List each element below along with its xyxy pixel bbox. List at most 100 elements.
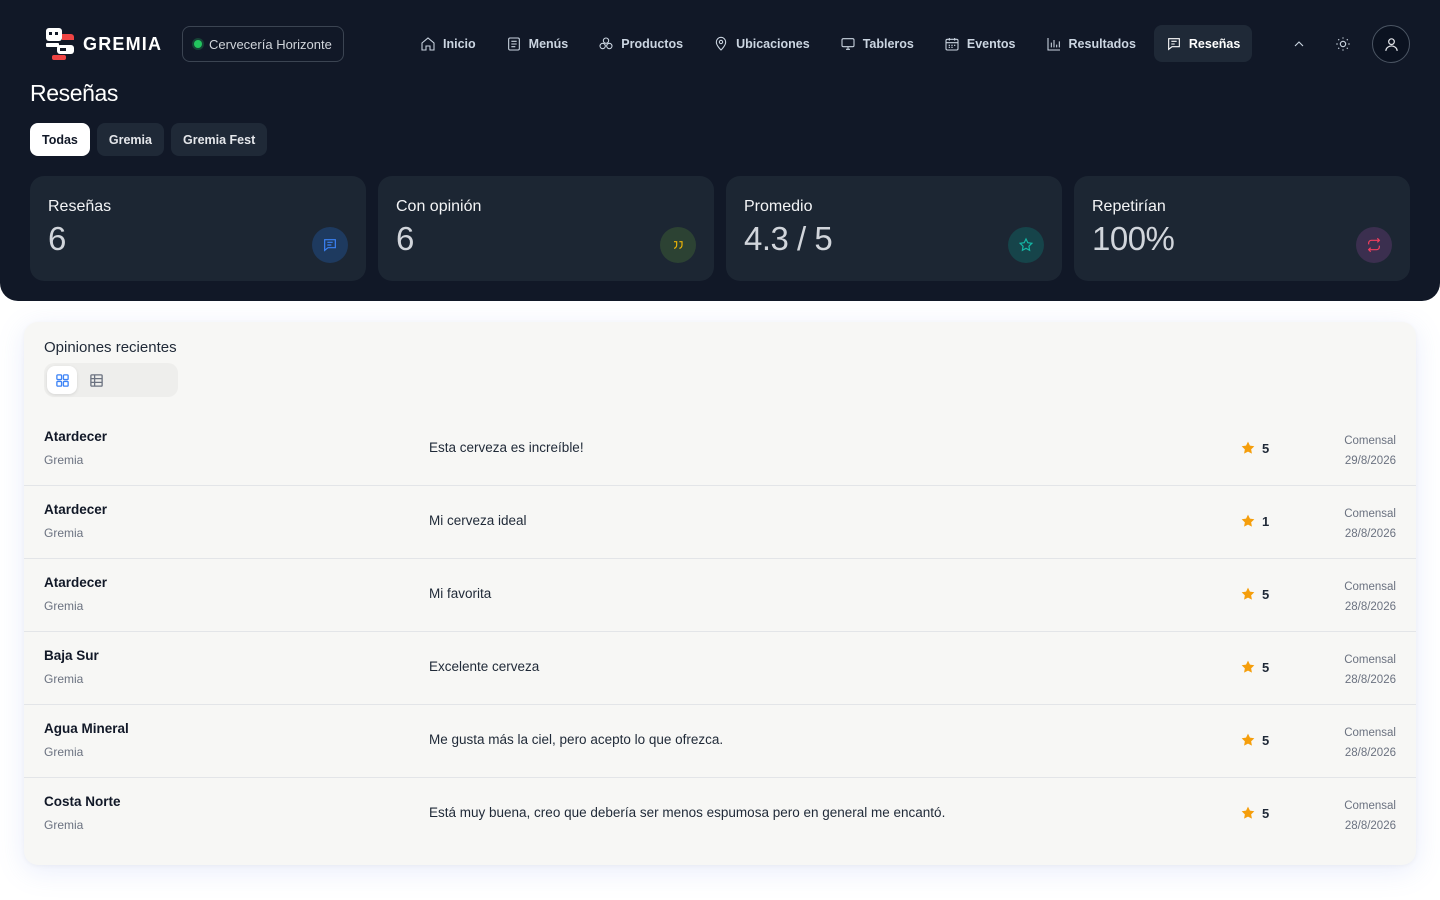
nav-item-inicio[interactable]: Inicio: [408, 25, 488, 62]
filter-tab-gremia-fest[interactable]: Gremia Fest: [170, 123, 268, 156]
review-brand: Gremia: [44, 526, 84, 540]
rating-value: 5: [1262, 440, 1270, 456]
nav-item-resultados[interactable]: Resultados: [1034, 25, 1148, 62]
review-comment: Me gusta más la ciel, pero acepto lo que…: [429, 732, 724, 747]
quote-icon: [660, 227, 696, 263]
review-meta: Comensal 28/8/2026: [1344, 577, 1396, 617]
gremia-logo-icon: [46, 28, 74, 60]
collapse-button[interactable]: [1284, 29, 1314, 59]
menu-list-icon: [507, 36, 520, 51]
review-author: Comensal: [1344, 800, 1396, 812]
review-meta: Comensal 28/8/2026: [1344, 796, 1396, 836]
header-hero: GREMIA Cervecería Horizonte Inicio Menús…: [0, 0, 1440, 301]
star-icon: [1241, 733, 1255, 746]
review-comment: Esta cerveza es increíble!: [429, 440, 584, 455]
review-rating: 5: [1240, 659, 1269, 675]
brewery-selector[interactable]: Cervecería Horizonte: [182, 26, 344, 62]
stat-card-con-opinion: Con opinión 6: [378, 176, 714, 281]
brewery-name: Cervecería Horizonte: [209, 36, 332, 52]
review-rating: 5: [1240, 440, 1269, 456]
review-comment: Excelente cerveza: [429, 659, 540, 674]
review-row[interactable]: Costa Norte Gremia Está muy buena, creo …: [24, 778, 1416, 851]
review-comment: Está muy buena, creo que debería ser men…: [429, 805, 946, 820]
review-row[interactable]: Atardecer Gremia Mi cerveza ideal 1 Come…: [24, 486, 1416, 559]
review-date: 28/8/2026: [1344, 747, 1396, 759]
stat-label: Repetirían: [1092, 198, 1166, 215]
stat-card-repetirian: Repetirían 100%: [1074, 176, 1410, 281]
rating-value: 5: [1262, 586, 1270, 602]
review-row[interactable]: Atardecer Gremia Esta cerveza es increíb…: [24, 413, 1416, 486]
nav-item-eventos[interactable]: Eventos: [932, 25, 1028, 62]
calendar-icon: [945, 37, 959, 51]
home-icon: [421, 36, 435, 51]
nav-item-menus[interactable]: Menús: [494, 25, 581, 62]
review-row[interactable]: Baja Sur Gremia Excelente cerveza 5 Come…: [24, 632, 1416, 705]
review-author: Comensal: [1344, 581, 1396, 593]
nav-item-resenas[interactable]: Reseñas: [1153, 25, 1253, 62]
review-date: 28/8/2026: [1344, 820, 1396, 832]
stat-value: 100%: [1092, 220, 1175, 257]
stat-value: 6: [396, 220, 414, 257]
review-beer: Agua Mineral: [44, 721, 129, 736]
nav-label: Productos: [621, 36, 684, 51]
view-toggle: [44, 363, 178, 397]
status-dot-icon: [194, 40, 202, 48]
review-date: 29/8/2026: [1344, 455, 1396, 467]
recent-opinions-card: Opiniones recientes Atardecer Gremia Est…: [24, 322, 1416, 865]
review-rating: 5: [1240, 586, 1269, 602]
nav-label: Tableros: [862, 36, 914, 51]
reviews-icon: [1168, 37, 1180, 50]
review-author: Comensal: [1344, 727, 1396, 739]
stat-card-resenas: Reseñas 6: [30, 176, 366, 281]
review-author: Comensal: [1344, 654, 1396, 666]
review-row[interactable]: Agua Mineral Gremia Me gusta más la ciel…: [24, 705, 1416, 778]
main-nav: Inicio Menús Productos Ubicaciones Table…: [408, 25, 1253, 62]
reviews-list: Atardecer Gremia Esta cerveza es increíb…: [24, 413, 1416, 851]
nav-item-ubicaciones[interactable]: Ubicaciones: [701, 25, 822, 62]
rating-value: 5: [1262, 805, 1270, 821]
rating-value: 5: [1262, 732, 1270, 748]
review-comment: Mi favorita: [429, 586, 492, 601]
review-meta: Comensal 28/8/2026: [1344, 723, 1396, 763]
review-meta: Comensal 29/8/2026: [1344, 431, 1396, 471]
review-meta: Comensal 28/8/2026: [1344, 650, 1396, 690]
rating-value: 1: [1262, 513, 1270, 529]
star-icon: [1241, 441, 1255, 454]
review-row[interactable]: Atardecer Gremia Mi favorita 5 Comensal …: [24, 559, 1416, 632]
stats-row: Reseñas 6 Con opinión 6 Promedio 4.3 / 5…: [30, 176, 1410, 281]
rating-value: 5: [1262, 659, 1270, 675]
star-icon: [1241, 514, 1255, 527]
grid-view-button[interactable]: [47, 366, 77, 394]
filter-tabs: Todas Gremia Gremia Fest: [30, 123, 268, 156]
user-icon: [1384, 37, 1398, 51]
nav-label: Ubicaciones: [736, 36, 810, 51]
nav-item-tableros[interactable]: Tableros: [828, 25, 926, 62]
star-icon: [1241, 587, 1255, 600]
filter-tab-gremia[interactable]: Gremia: [96, 123, 164, 156]
nav-item-productos[interactable]: Productos: [586, 25, 695, 62]
stat-card-promedio: Promedio 4.3 / 5: [726, 176, 1062, 281]
review-rating: 5: [1240, 732, 1269, 748]
theme-toggle-button[interactable]: [1328, 29, 1358, 59]
products-icon: [599, 36, 613, 49]
nav-label: Menús: [528, 36, 569, 51]
nav-label: Resultados: [1068, 36, 1136, 51]
review-date: 28/8/2026: [1344, 601, 1396, 613]
review-brand: Gremia: [44, 453, 84, 467]
stat-label: Reseñas: [48, 198, 112, 215]
stat-value: 4.3 / 5: [744, 220, 833, 257]
card-title: Opiniones recientes: [44, 339, 177, 356]
app-logo[interactable]: GREMIA: [44, 26, 162, 62]
review-date: 28/8/2026: [1344, 528, 1396, 540]
repeat-icon: [1356, 227, 1392, 263]
monitor-icon: [841, 37, 855, 50]
sun-icon: [1336, 37, 1350, 51]
user-avatar-button[interactable]: [1372, 25, 1410, 63]
filter-tab-todas[interactable]: Todas: [30, 123, 90, 156]
review-brand: Gremia: [44, 599, 84, 613]
table-view-button[interactable]: [81, 366, 111, 394]
nav-label: Inicio: [443, 36, 476, 51]
page-title: Reseñas: [30, 80, 118, 106]
star-icon: [1241, 806, 1255, 819]
review-meta: Comensal 28/8/2026: [1344, 504, 1396, 544]
